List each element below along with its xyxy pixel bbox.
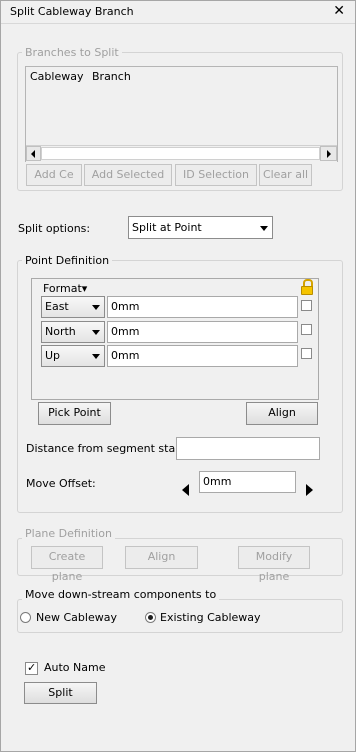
- move-offset-label: Move Offset:: [26, 477, 96, 490]
- plane-align-button[interactable]: Align: [125, 546, 198, 569]
- auto-name-label[interactable]: Auto Name: [44, 661, 106, 674]
- title-bar: Split Cableway Branch ✕: [1, 1, 355, 24]
- column-header-branch[interactable]: Branch: [92, 70, 131, 83]
- north-axis-value: North: [45, 325, 76, 338]
- split-cableway-branch-dialog: Split Cableway Branch ✕ Branches to Spli…: [0, 0, 356, 752]
- scroll-right-icon: [327, 150, 331, 158]
- chevron-down-icon: [92, 330, 100, 335]
- scroll-left-icon: [31, 150, 35, 158]
- scroll-left-button[interactable]: [26, 146, 41, 161]
- distance-from-segment-start-input[interactable]: [176, 437, 320, 460]
- modify-plane-button[interactable]: Modify plane: [238, 546, 310, 583]
- branches-to-split-legend: Branches to Split: [22, 46, 122, 59]
- align-button[interactable]: Align: [246, 402, 318, 425]
- auto-name-checkbox[interactable]: ✓: [25, 661, 38, 675]
- id-selection-button[interactable]: ID Selection: [175, 164, 257, 186]
- new-cableway-label[interactable]: New Cableway: [36, 611, 117, 624]
- create-plane-button[interactable]: Create plane: [31, 546, 103, 583]
- split-options-label: Split options:: [18, 222, 91, 235]
- pick-point-button[interactable]: Pick Point: [38, 402, 111, 425]
- north-axis-dropdown[interactable]: North: [41, 321, 105, 343]
- decrease-offset-icon[interactable]: [182, 484, 189, 496]
- horizontal-scrollbar[interactable]: [26, 145, 337, 162]
- chevron-down-icon: [92, 305, 100, 310]
- radio-selected-dot: [148, 615, 153, 620]
- branches-list[interactable]: Cableway Branch: [25, 66, 338, 162]
- up-value-input[interactable]: 0mm: [107, 345, 298, 367]
- north-value-input[interactable]: 0mm: [107, 321, 298, 343]
- lock-icon[interactable]: [301, 279, 313, 295]
- point-definition-panel: Format▾ East 0mm North 0mm Up 0mm: [31, 278, 319, 400]
- distance-from-segment-start-label: Distance from segment start:: [26, 442, 188, 455]
- scroll-thumb[interactable]: [41, 147, 320, 160]
- east-axis-value: East: [45, 300, 69, 313]
- north-lock-checkbox[interactable]: [301, 324, 312, 335]
- column-header-cableway[interactable]: Cableway: [30, 70, 83, 83]
- add-ce-button[interactable]: Add Ce: [26, 164, 82, 186]
- split-options-dropdown[interactable]: Split at Point: [128, 216, 273, 239]
- chevron-down-icon: [92, 354, 100, 359]
- split-button[interactable]: Split: [24, 682, 97, 704]
- split-options-value: Split at Point: [132, 221, 202, 234]
- increase-offset-icon[interactable]: [306, 484, 313, 496]
- up-lock-checkbox[interactable]: [301, 348, 312, 359]
- east-lock-checkbox[interactable]: [301, 300, 312, 311]
- move-offset-input[interactable]: 0mm: [199, 471, 296, 493]
- up-axis-dropdown[interactable]: Up: [41, 345, 105, 367]
- up-axis-value: Up: [45, 349, 61, 362]
- new-cableway-radio[interactable]: [20, 612, 31, 623]
- window-title: Split Cableway Branch: [10, 5, 134, 18]
- scroll-right-button[interactable]: [320, 146, 337, 161]
- close-icon[interactable]: ✕: [333, 3, 345, 19]
- east-value-input[interactable]: 0mm: [107, 296, 298, 318]
- east-axis-dropdown[interactable]: East: [41, 296, 105, 318]
- chevron-down-icon: [260, 226, 268, 231]
- checkmark-icon: ✓: [27, 661, 37, 674]
- add-selected-button[interactable]: Add Selected: [84, 164, 172, 186]
- point-definition-legend: Point Definition: [22, 254, 113, 267]
- move-downstream-legend: Move down-stream components to: [22, 588, 220, 601]
- format-menu[interactable]: Format▾: [43, 282, 87, 295]
- plane-definition-legend: Plane Definition: [22, 527, 115, 540]
- clear-all-button[interactable]: Clear all: [259, 164, 312, 186]
- existing-cableway-radio[interactable]: [145, 612, 156, 623]
- existing-cableway-label[interactable]: Existing Cableway: [160, 611, 261, 624]
